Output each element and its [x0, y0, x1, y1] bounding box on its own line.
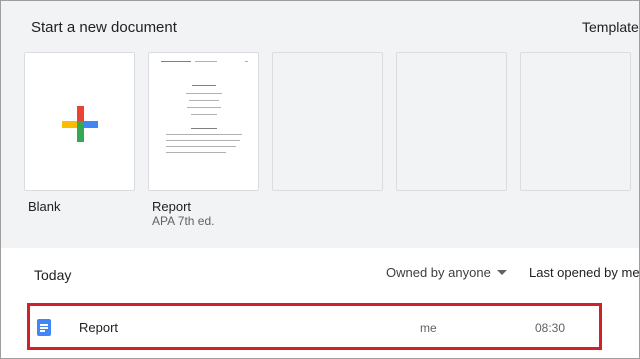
file-owner: me	[420, 321, 437, 335]
template-gallery-button[interactable]: Template g	[582, 19, 639, 35]
template-gallery: Start a new document Template g	[1, 1, 639, 248]
sort-by-last-opened[interactable]: Last opened by me	[529, 265, 639, 280]
today-section-title: Today	[34, 267, 72, 283]
docs-home: Start a new document Template g	[0, 0, 640, 359]
caret-down-icon	[496, 270, 507, 275]
owner-filter-label: Owned by anyone	[386, 265, 491, 280]
file-last-opened: 08:30	[535, 321, 566, 335]
report-template-label: Report	[152, 199, 192, 214]
file-name: Report	[79, 320, 119, 335]
template-placeholder	[272, 52, 383, 191]
blank-template-label: Blank	[28, 199, 61, 214]
report-template-subtitle: APA 7th ed.	[152, 214, 215, 228]
plus-icon	[62, 106, 98, 142]
owner-filter-dropdown[interactable]: Owned by anyone	[386, 265, 507, 280]
docs-file-icon	[37, 319, 51, 336]
blank-template-card[interactable]	[24, 52, 135, 191]
start-new-document-title: Start a new document	[31, 19, 177, 36]
report-template-card[interactable]	[148, 52, 259, 191]
template-placeholder	[396, 52, 507, 191]
file-row[interactable]: Report me 08:30	[27, 303, 602, 350]
template-placeholder	[520, 52, 631, 191]
